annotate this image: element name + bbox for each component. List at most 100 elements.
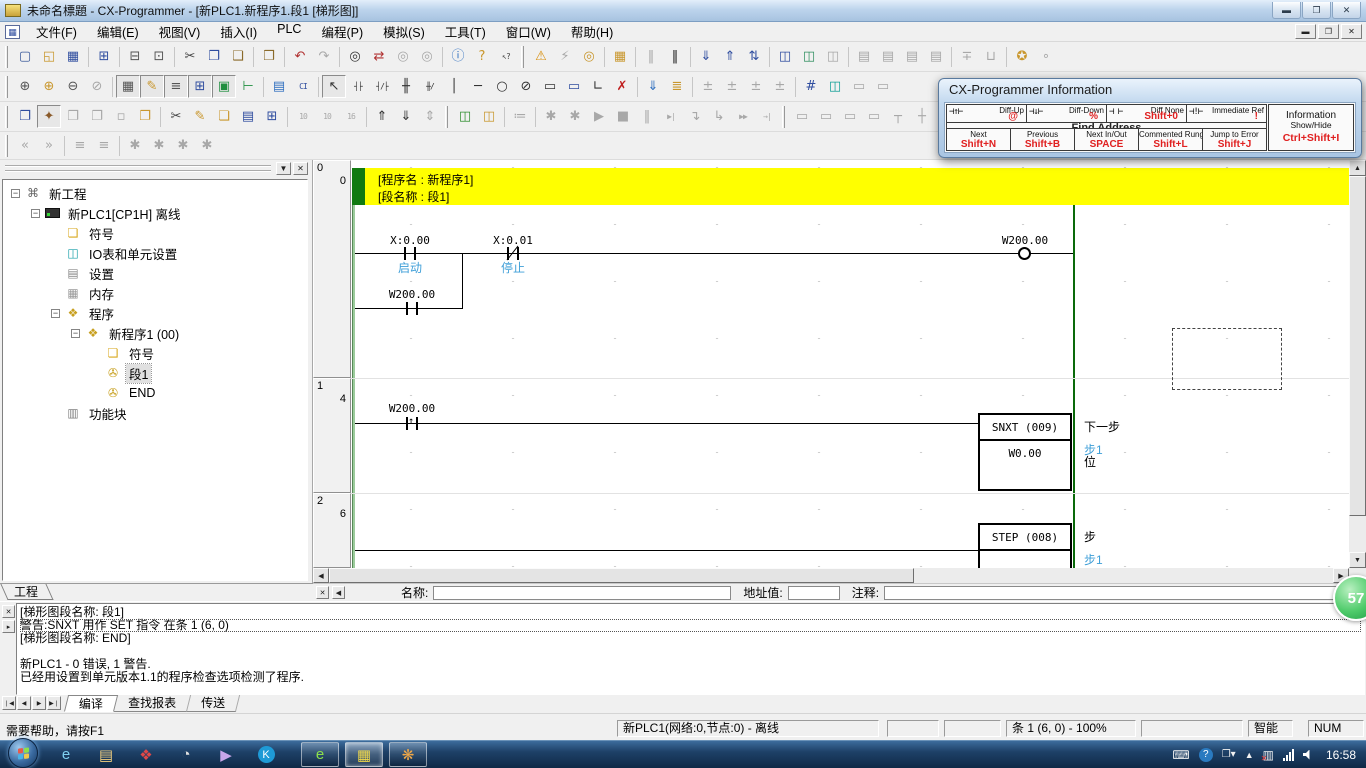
rung0-header-cell[interactable]: 0 0 — [313, 160, 351, 378]
horizontal-scrollbar[interactable]: ◀ ▶ — [313, 568, 1349, 583]
grid-button[interactable]: ▦ — [116, 75, 140, 98]
first-tab-icon[interactable]: ❘◀ — [2, 696, 16, 710]
keyboard-tray-icon[interactable]: ⌨ — [1172, 748, 1189, 762]
mdi-minimize-button[interactable]: ▬ — [1295, 24, 1316, 39]
note-window-button[interactable]: ❐ — [133, 105, 157, 128]
pinned-media-taskbar-icon[interactable]: ❖ — [128, 742, 164, 768]
ie-taskbar-icon[interactable]: e — [48, 742, 84, 768]
rung2-header-cell[interactable]: 2 6 — [313, 493, 351, 568]
new-button[interactable]: ▢ — [13, 45, 37, 68]
k-app-taskbar-icon[interactable]: K — [248, 742, 284, 768]
workspace-gripper[interactable] — [5, 165, 271, 172]
save-button[interactable]: ▦ — [61, 45, 85, 68]
taskbar-clock[interactable]: 16:58 — [1326, 748, 1356, 762]
instruction-2-button[interactable]: ▭ — [562, 75, 586, 98]
print-button[interactable]: ⊟ — [123, 45, 147, 68]
vertical-scrollbar[interactable]: ▲ ▼ — [1349, 160, 1366, 568]
download-button[interactable]: ⇓ — [694, 45, 718, 68]
help-tray-icon[interactable]: ? — [1199, 748, 1213, 762]
output-line-2[interactable]: [梯形图段名称: END] — [20, 632, 1361, 645]
browser-button[interactable]: ⊢ — [236, 75, 260, 98]
coil-button[interactable]: ○ — [490, 75, 514, 98]
cut-button[interactable]: ✂ — [178, 45, 202, 68]
output-coil[interactable] — [1018, 247, 1031, 260]
zoom-out-button[interactable]: ⊖ — [61, 75, 85, 98]
scroll-down-icon[interactable]: ▼ — [1349, 552, 1366, 568]
section-insert-button[interactable]: ❏ — [212, 105, 236, 128]
window-switch-tray-icon[interactable]: ❐▾ — [1222, 749, 1236, 760]
coil-address[interactable]: W200.00 — [995, 234, 1055, 247]
monitor-button[interactable]: ◫ — [773, 45, 797, 68]
output-line-1[interactable]: 警告:SNXT 用作 SET 指令 在条 1 (6, 0) — [20, 619, 1361, 632]
minimize-button[interactable]: ▬ — [1272, 2, 1301, 19]
coil-nc-button[interactable]: ⊘ — [514, 75, 538, 98]
scroll-left-icon[interactable]: ◀ — [313, 568, 329, 583]
tree-item-symbols[interactable]: 符号 — [3, 223, 307, 243]
upload-button[interactable]: ⇑ — [718, 45, 742, 68]
workspace-dropdown-button[interactable]: ▼ — [276, 162, 291, 175]
scroll-up-icon[interactable]: ▲ — [1349, 160, 1366, 176]
comment-input[interactable] — [884, 586, 1358, 600]
expander-icon[interactable]: − — [51, 309, 60, 318]
monitor-2-button[interactable]: ◫ — [797, 45, 821, 68]
horizontal-scroll-thumb[interactable] — [329, 568, 914, 583]
restore-button[interactable]: ❐ — [1302, 2, 1331, 19]
ci-view-button[interactable]: CI — [291, 75, 315, 98]
menu-item-4[interactable]: PLC — [267, 20, 311, 43]
address-ref-button[interactable]: ⊞ — [188, 75, 212, 98]
go-next-address-button[interactable]: ⇓ — [394, 105, 418, 128]
toolbar-gripper[interactable] — [445, 106, 448, 128]
open-button[interactable]: ◱ — [37, 45, 61, 68]
cx-programmer-information-popup[interactable]: CX-Programmer Information ⊣↑⊢Diff-Up@⊣↓⊢… — [938, 78, 1362, 158]
mdi-child-icon[interactable]: ▦ — [5, 25, 20, 39]
menu-item-1[interactable]: 编辑(E) — [87, 20, 149, 43]
network-error-icon[interactable]: ▥ — [1263, 748, 1274, 762]
contact-no-button[interactable]: ┤├ — [346, 75, 370, 98]
tree-item-memory[interactable]: 内存 — [3, 283, 307, 303]
line-vertical-button[interactable]: │ — [442, 75, 466, 98]
mdi-restore-button[interactable]: ❐ — [1318, 24, 1339, 39]
browser-360-taskbar-button[interactable]: e — [301, 742, 339, 767]
menu-item-2[interactable]: 视图(V) — [149, 20, 211, 43]
rack-view-button[interactable]: # — [799, 75, 823, 98]
cx-programmer-taskbar-button[interactable]: ▦ — [345, 742, 383, 767]
output-line-5[interactable]: 已经用设置到单元版本1.1的程序检查选项检测了程序. — [20, 671, 1361, 684]
project-tab[interactable]: 工程 — [4, 584, 56, 601]
tree-item-programs[interactable]: −程序 — [3, 303, 307, 323]
tree-item-io-table[interactable]: IO表和单元设置 — [3, 243, 307, 263]
paste-button[interactable]: ❑ — [226, 45, 250, 68]
prev-tab-icon[interactable]: ◀ — [17, 696, 31, 710]
print-preview-button[interactable]: ⊡ — [147, 45, 171, 68]
or-contact-no-button[interactable]: ╫ — [394, 75, 418, 98]
output-tab-1[interactable]: 查找报表 — [114, 695, 191, 712]
tree-item-plc[interactable]: −新PLC1[CP1H] 离线 — [3, 203, 307, 223]
workspace-close-button[interactable]: ✕ — [293, 162, 308, 175]
about-button[interactable]: ⓘ — [446, 45, 470, 68]
zoom-custom-button[interactable]: ⊕ — [37, 75, 61, 98]
branch-contact-address[interactable]: W200.00 — [382, 288, 442, 301]
menu-item-3[interactable]: 插入(I) — [210, 20, 267, 43]
close-button[interactable]: ✕ — [1332, 2, 1361, 19]
paint-app-taskbar-button[interactable]: ❋ — [389, 742, 427, 767]
pause-button[interactable]: ‖ — [663, 45, 687, 68]
snxt-instruction-block[interactable]: SNXT (009) W0.00 — [978, 413, 1072, 491]
hh-monitor-button[interactable]: ◫ — [823, 75, 847, 98]
toolbar-gripper[interactable] — [5, 106, 8, 128]
explorer-taskbar-icon[interactable]: ▤ — [88, 742, 124, 768]
sma-table-button[interactable]: ▤ — [267, 75, 291, 98]
kmplayer-taskbar-icon[interactable]: ▶ — [208, 742, 244, 768]
contact2-address[interactable]: X:0.01 — [483, 234, 543, 247]
line-horizontal-button[interactable]: ─ — [466, 75, 490, 98]
find-button[interactable]: ◎ — [343, 45, 367, 68]
address-input[interactable] — [788, 586, 840, 600]
symbol-table-button[interactable]: ▤ — [236, 105, 260, 128]
menu-item-7[interactable]: 工具(T) — [435, 20, 496, 43]
menu-item-0[interactable]: 文件(F) — [26, 20, 87, 43]
popup-title[interactable]: CX-Programmer Information — [939, 79, 1361, 101]
online-edit-button[interactable]: ▦ — [608, 45, 632, 68]
undo-button[interactable]: ↶ — [288, 45, 312, 68]
change-all-button[interactable]: ⇄ — [367, 45, 391, 68]
editbar-close-icon[interactable]: ✕ — [316, 586, 329, 599]
stack-view-button[interactable]: ≣ — [665, 75, 689, 98]
delete-line-button[interactable]: ✗ — [610, 75, 634, 98]
